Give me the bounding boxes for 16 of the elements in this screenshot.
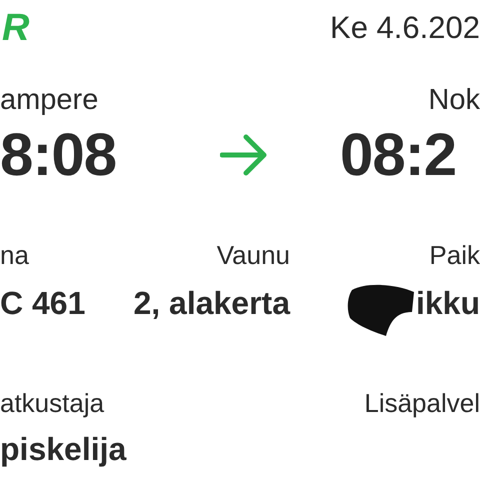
arrow-icon (220, 133, 268, 177)
arrival-time: 08:2 (340, 120, 458, 190)
field-label: Vaunu (216, 240, 290, 270)
field-value: ikku (416, 284, 480, 322)
departure-time: 8:08 (0, 120, 118, 190)
field-value: piskelija (0, 430, 128, 468)
field-label: atkustaja (0, 388, 104, 418)
field-label: na (0, 240, 30, 270)
field-value: C 461 (0, 284, 86, 322)
arrival-station: Nok (428, 83, 480, 118)
field-value: 2, alakerta (133, 284, 290, 322)
departure-station: ampere (0, 83, 98, 118)
field-label: Lisäpalvel (364, 388, 480, 418)
brand-logo: R (2, 8, 30, 48)
field-label: Paik (429, 240, 480, 270)
travel-date: Ke 4.6.202 (330, 9, 480, 47)
